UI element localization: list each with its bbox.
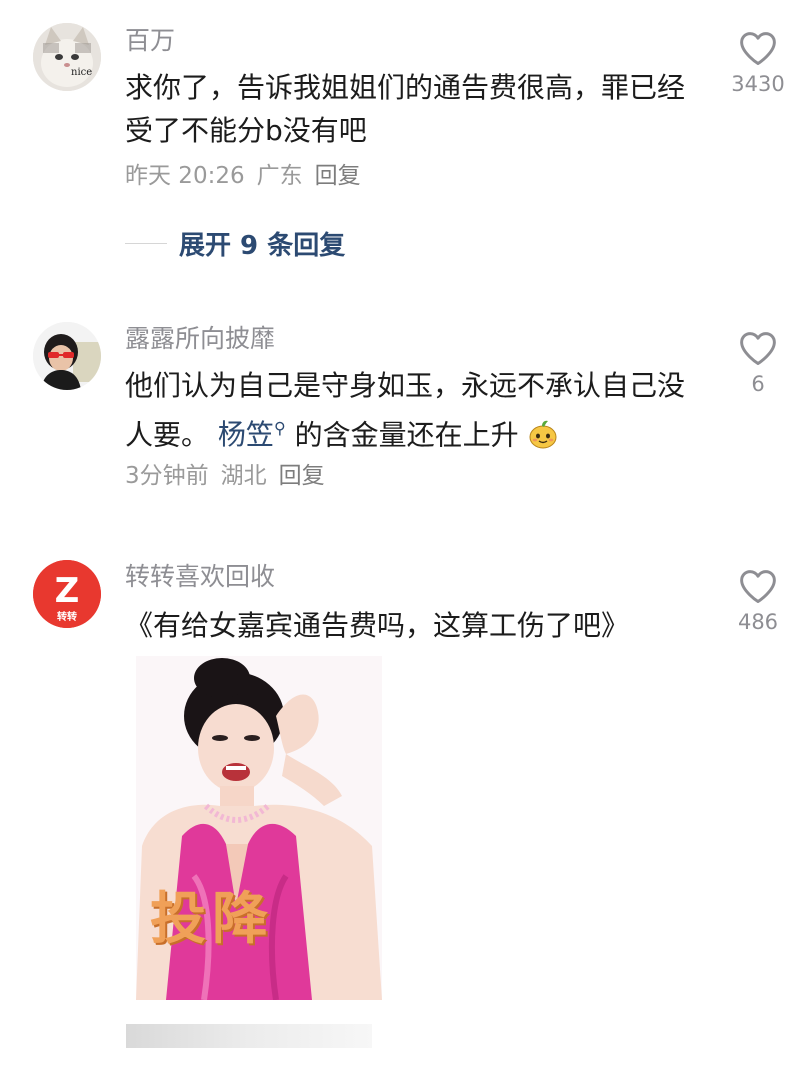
comment-text: 《有给女嘉宾通告费吗，这算工伤了吧》 — [125, 609, 630, 642]
avatar-caption: nice — [71, 67, 93, 78]
like-button[interactable]: 6 — [722, 330, 794, 396]
like-button[interactable]: 486 — [722, 568, 794, 634]
expand-replies-label: 展开 9 条回复 — [179, 230, 346, 261]
comment-location: 广东 — [256, 163, 303, 189]
avatar[interactable]: Z 转转 — [33, 560, 101, 628]
search-icon: ⚲ — [273, 419, 286, 438]
mention-name: 杨笠 — [217, 418, 274, 452]
heart-outline-icon — [740, 32, 776, 66]
like-button[interactable]: 3430 — [722, 30, 794, 96]
heart-outline-icon — [740, 570, 776, 604]
like-count: 486 — [737, 610, 779, 634]
comment-text: 求你了，告诉我姐姐们的通告费很高，罪已经受了不能分b没有吧 — [125, 71, 686, 147]
comment-meta: 3分钟前 湖北 回复 — [125, 462, 337, 490]
expand-divider — [125, 242, 167, 244]
logo-caption: 转转 — [57, 610, 77, 623]
username[interactable]: 露露所向披靡 — [125, 324, 275, 354]
username[interactable]: 百万 — [125, 26, 175, 56]
avatar[interactable] — [33, 322, 101, 390]
comment-text: 他们认为自己是守身如玉，永远不承认自己没人要。 杨笠⚲ 的含金量还在上升 — [125, 364, 695, 456]
like-count: 3430 — [731, 72, 785, 96]
comment-text-after: 的含金量还在上升 — [294, 418, 519, 452]
smiling-fruit-emoji — [529, 421, 557, 449]
avatar[interactable]: nice — [33, 23, 101, 91]
girl-sunglasses-avatar-image — [33, 322, 101, 390]
mention-link[interactable]: 杨笠⚲ — [218, 418, 286, 451]
meme-caption: 投降 — [150, 887, 274, 952]
cat-avatar-image — [33, 23, 101, 91]
comment-time: 3分钟前 — [125, 463, 209, 489]
reply-button[interactable]: 回复 — [279, 463, 325, 489]
like-count: 6 — [751, 372, 765, 396]
logo-letter: Z — [55, 571, 80, 611]
zhuanzhuan-logo-avatar: Z 转转 — [33, 560, 101, 628]
username[interactable]: 转转喜欢回收 — [125, 562, 275, 592]
expand-replies-button[interactable]: 展开 9 条回复 — [125, 226, 346, 261]
reply-button[interactable]: 回复 — [315, 163, 361, 189]
meme-image[interactable]: 投降 — [136, 656, 382, 1000]
comment-location: 湖北 — [220, 463, 267, 489]
heart-outline-icon — [740, 332, 776, 366]
comment-meta: 昨天 20:26 广东 回复 — [125, 162, 373, 190]
comment-time: 昨天 20:26 — [125, 163, 245, 189]
blurred-content-bar — [126, 1024, 372, 1048]
